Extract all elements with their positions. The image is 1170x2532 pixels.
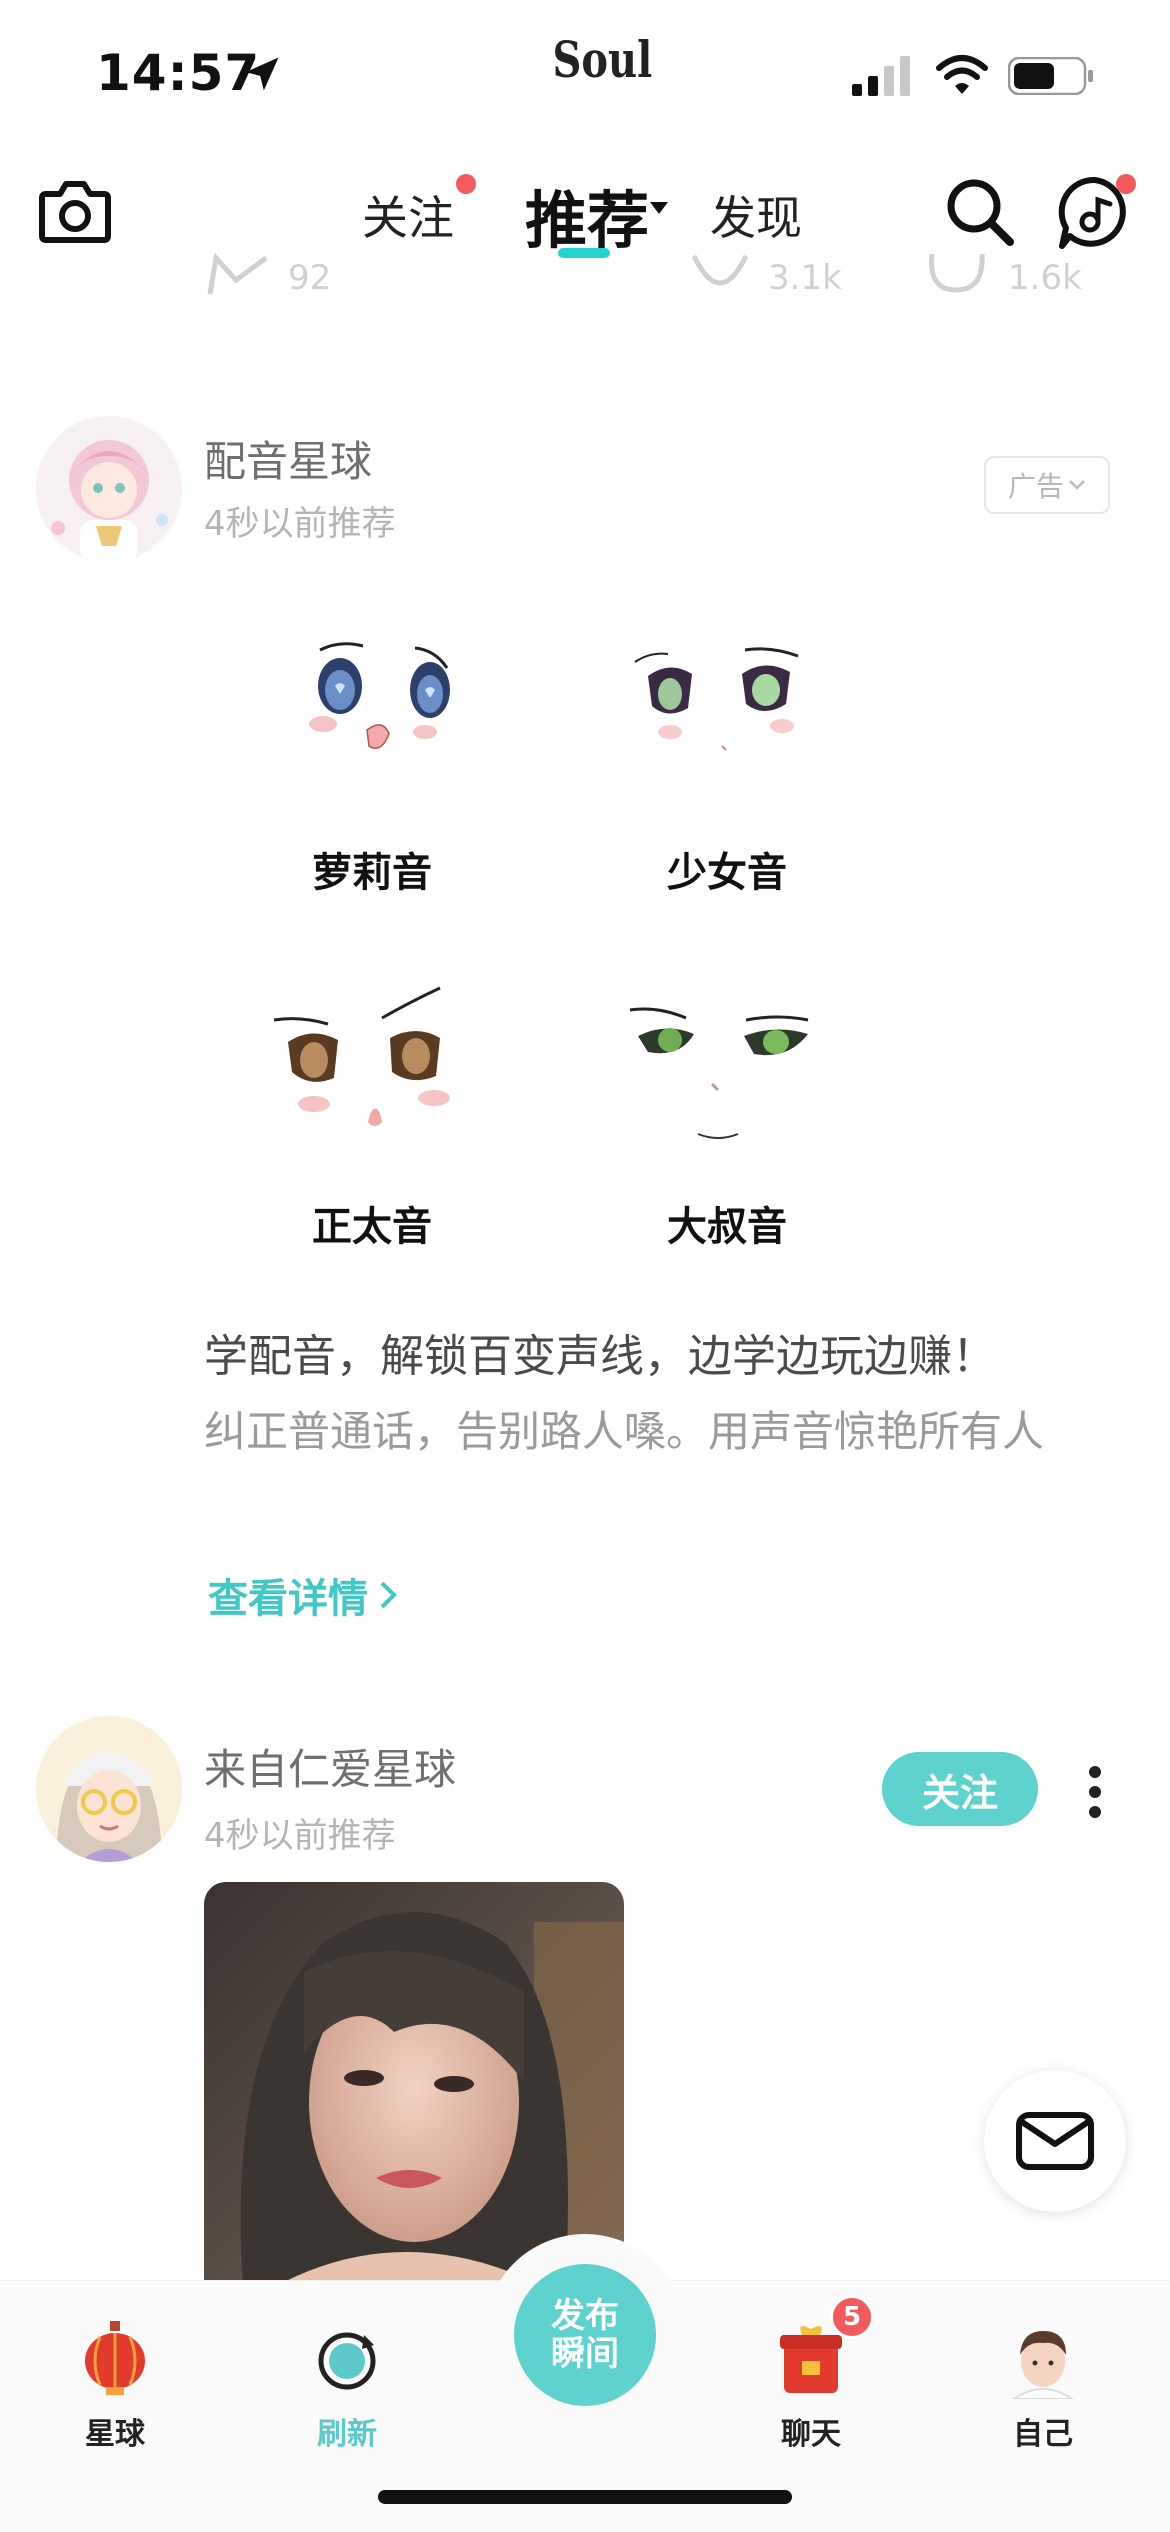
tab-me[interactable]: 自己 xyxy=(968,2301,1118,2452)
voice-label-boy: 正太音 xyxy=(312,1204,432,1250)
status-time: 14:57 xyxy=(96,44,261,102)
share-icon[interactable] xyxy=(206,250,270,298)
message-fab[interactable] xyxy=(984,2070,1126,2212)
battery-icon xyxy=(1008,57,1093,95)
chat-unread-badge: 5 xyxy=(830,2295,874,2339)
tab-planet[interactable]: 星球 xyxy=(40,2301,190,2452)
wifi-icon xyxy=(936,55,988,94)
voice-label-girl: 少女音 xyxy=(667,850,787,896)
ad-tag[interactable]: 广告 xyxy=(984,456,1110,514)
boy-voice-face[interactable] xyxy=(270,982,460,1132)
mail-icon xyxy=(1016,2112,1094,2170)
like-icon[interactable] xyxy=(688,250,752,298)
tab-me-label: 自己 xyxy=(1013,2417,1073,2452)
comment-icon[interactable] xyxy=(924,250,988,298)
ad-post-time: 4秒以前推荐 xyxy=(204,504,396,544)
chevron-down-icon xyxy=(1069,480,1085,490)
carrier-logo: Soul xyxy=(552,30,653,89)
comment-count: 1.6k xyxy=(1008,258,1082,298)
ad-author-avatar[interactable] xyxy=(36,416,182,562)
previous-post-stats: 92 3.1k 1.6k xyxy=(0,250,1170,310)
follow-button[interactable]: 关注 xyxy=(882,1752,1038,1826)
like-count: 3.1k xyxy=(768,258,842,298)
self-avatar-icon xyxy=(1012,2331,1074,2399)
tab-follow[interactable]: 关注 xyxy=(362,182,454,248)
ad-author-name[interactable]: 配音星球 xyxy=(204,428,372,489)
anime-girl-avatar xyxy=(36,416,182,562)
follow-notification-dot xyxy=(456,174,476,194)
view-details-label: 查看详情 xyxy=(208,1576,368,1622)
tab-recommend[interactable]: 推荐 xyxy=(525,170,649,260)
share-count: 92 xyxy=(288,258,332,298)
search-icon[interactable] xyxy=(940,172,1020,252)
more-options-icon[interactable] xyxy=(1080,1762,1110,1822)
tab-discover[interactable]: 发现 xyxy=(710,182,802,248)
view-details-link[interactable]: 查看详情 xyxy=(208,1566,398,1624)
ad-body: 纠正普通话，告别路人嗓。用声音惊艳所有人 xyxy=(204,1407,1045,1456)
post2-author-name[interactable]: 来自仁爱星球 xyxy=(204,1736,456,1797)
status-bar: 14:57 Soul xyxy=(0,0,1170,140)
caret-down-icon[interactable] xyxy=(648,200,670,216)
home-indicator xyxy=(378,2490,792,2504)
ad-headline: 学配音，解锁百变声线，边学边玩边赚！ xyxy=(204,1331,996,1382)
chevron-right-icon xyxy=(380,1581,397,1609)
ad-tag-label: 广告 xyxy=(1007,470,1064,503)
post2-time: 4秒以前推荐 xyxy=(204,1816,396,1856)
post2-author-avatar[interactable] xyxy=(36,1716,182,1862)
tab-chat-label: 聊天 xyxy=(781,2417,841,2452)
girl-voice-face[interactable] xyxy=(630,628,820,778)
tab-planet-label: 星球 xyxy=(85,2417,145,2452)
tab-refresh-label: 刷新 xyxy=(317,2417,377,2452)
glasses-avatar xyxy=(36,1716,182,1862)
tab-refresh[interactable]: 刷新 xyxy=(272,2301,422,2452)
voice-label-loli: 萝莉音 xyxy=(312,850,432,896)
location-arrow-icon xyxy=(245,57,279,91)
music-chat-icon[interactable] xyxy=(1052,170,1138,256)
voice-label-uncle: 大叔音 xyxy=(667,1204,787,1250)
uncle-voice-face[interactable] xyxy=(628,996,818,1146)
cellular-signal-icon xyxy=(852,56,910,96)
refresh-icon xyxy=(318,2332,376,2390)
lantern-icon xyxy=(85,2321,145,2395)
camera-icon[interactable] xyxy=(36,172,114,250)
publish-moment-button[interactable]: 发布瞬间 xyxy=(514,2264,656,2406)
loli-voice-face[interactable] xyxy=(285,628,475,778)
